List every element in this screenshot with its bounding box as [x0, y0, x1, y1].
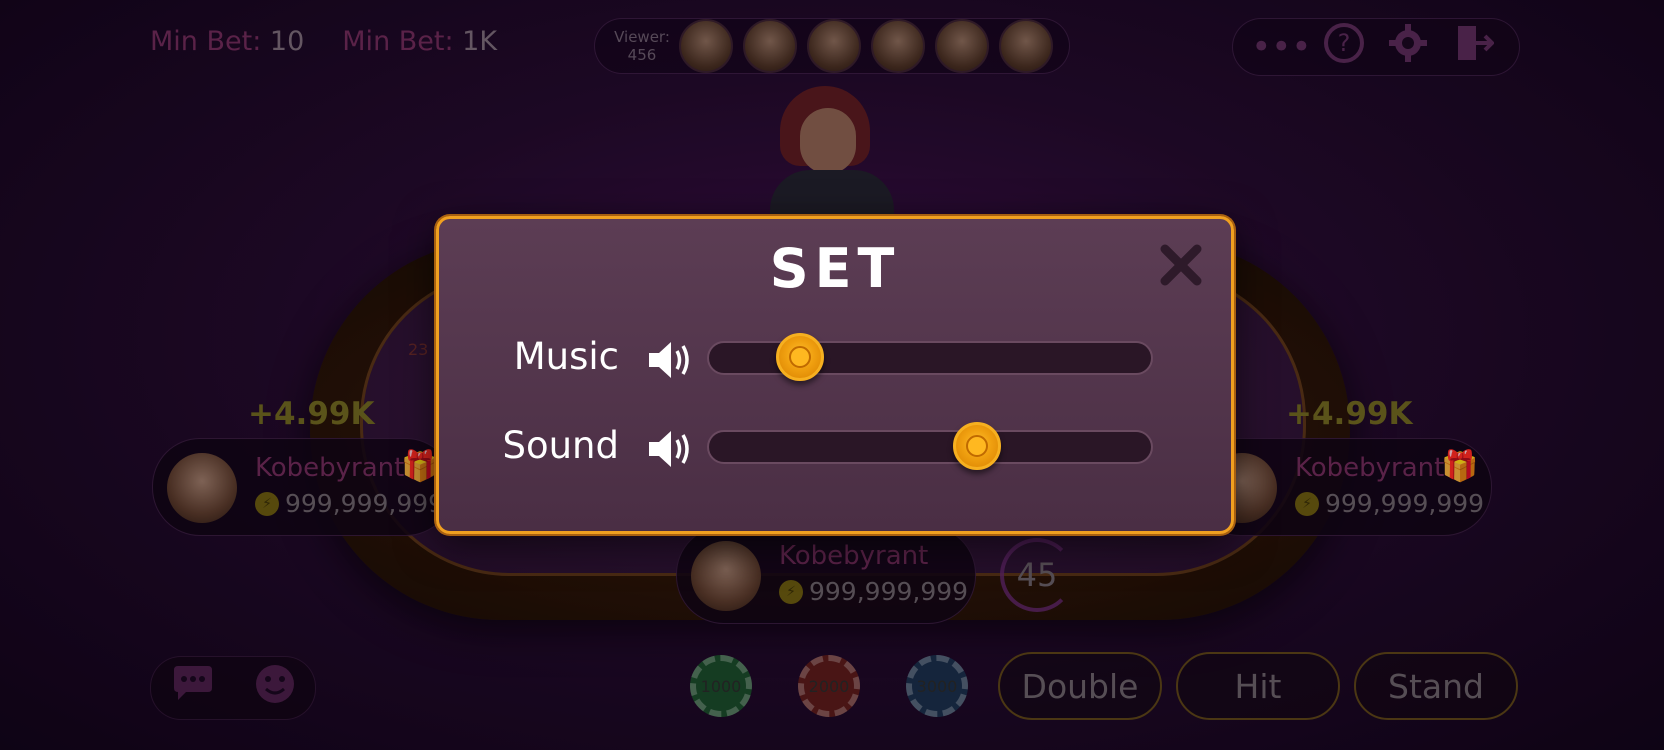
dialog-title: SET [769, 237, 901, 300]
sound-slider-knob[interactable] [953, 422, 1001, 470]
sound-slider[interactable] [707, 422, 1153, 470]
settings-dialog: SET Music Sound [436, 216, 1234, 534]
sound-speaker-icon[interactable] [645, 426, 697, 472]
music-speaker-icon[interactable] [645, 337, 697, 383]
music-slider[interactable] [707, 333, 1153, 381]
sound-label: Sound [502, 424, 619, 467]
music-label: Music [513, 335, 619, 378]
close-icon [1160, 244, 1202, 286]
music-slider-knob[interactable] [776, 333, 824, 381]
close-button[interactable] [1157, 241, 1205, 289]
